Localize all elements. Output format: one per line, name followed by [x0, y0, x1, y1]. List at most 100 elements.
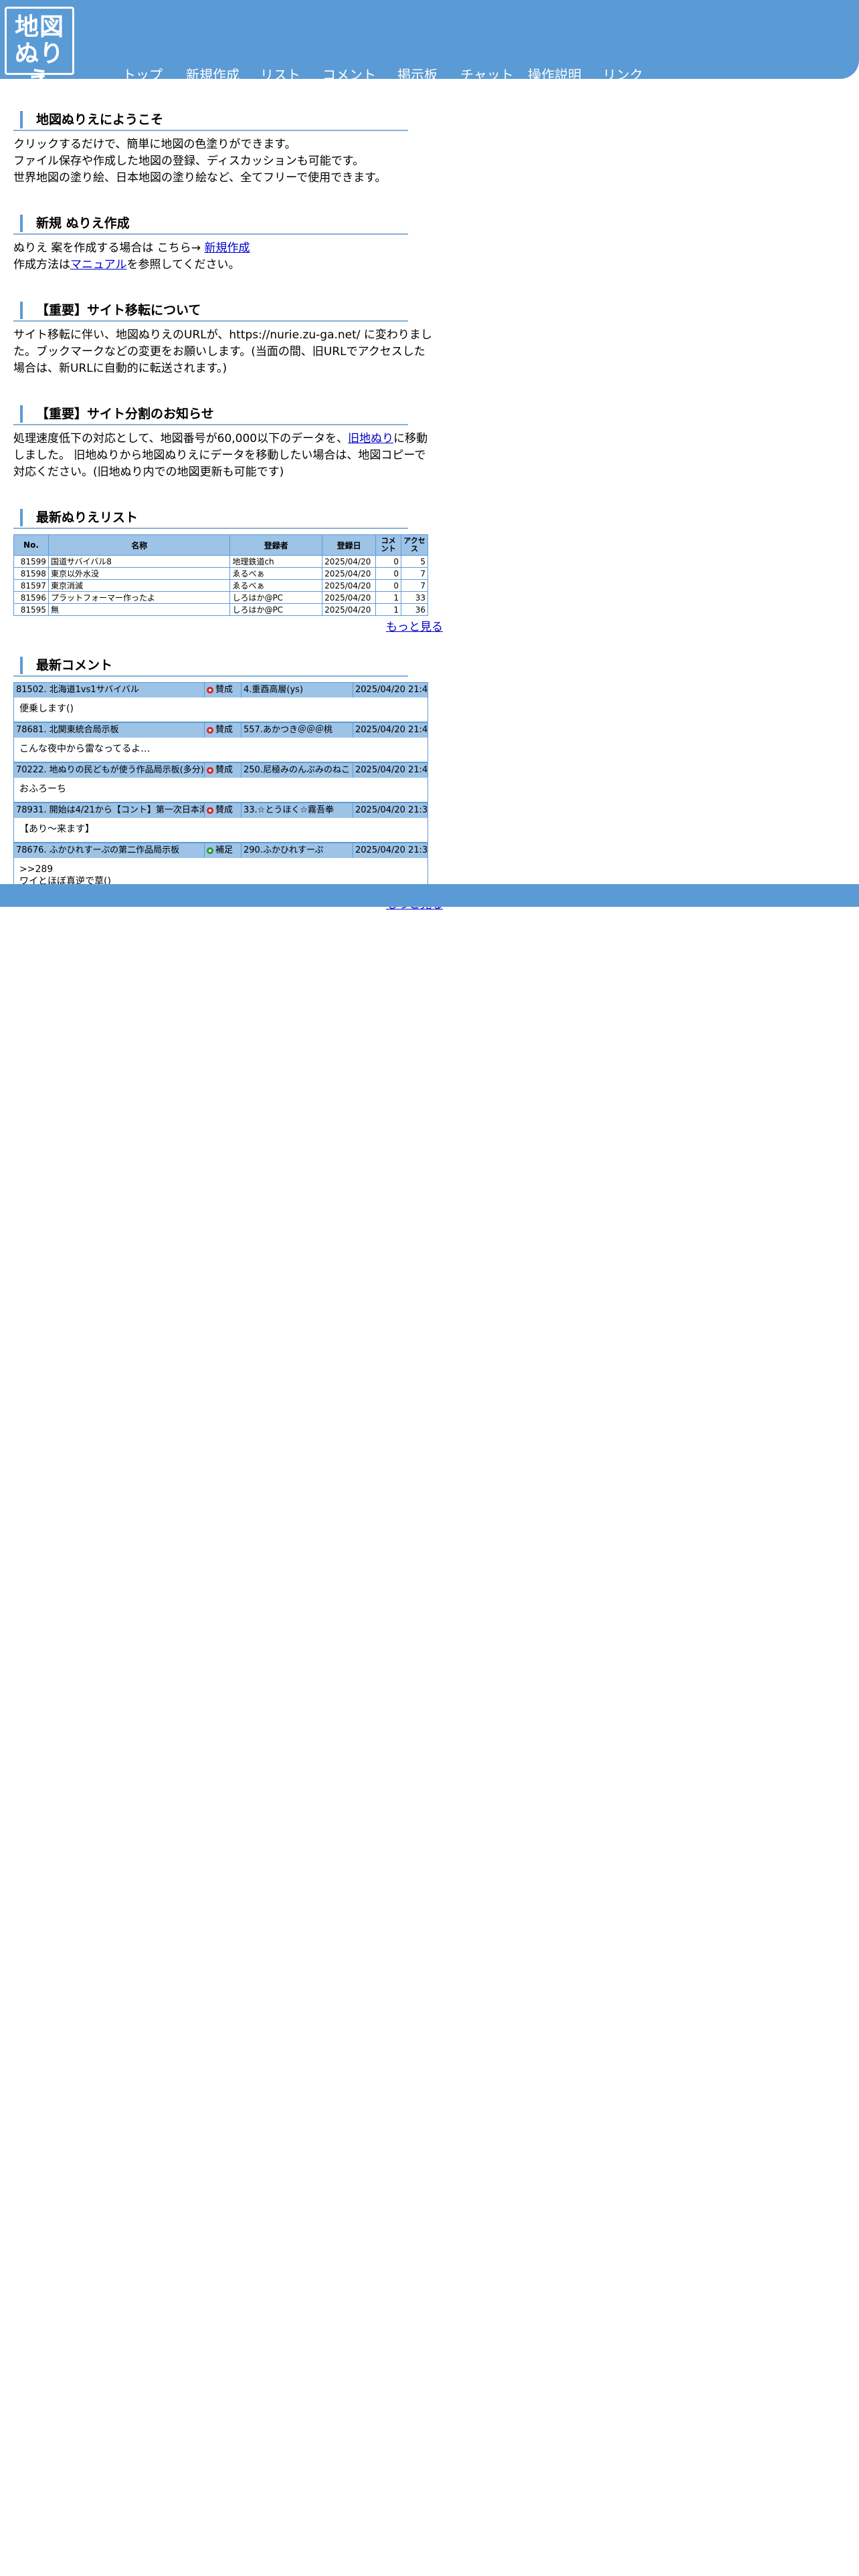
comment-body: こんな夜中から雷なってるよ… — [14, 738, 427, 762]
latest-list-table: No. 名称 登録者 登録日 コメント アクセス 81599 国道サバイバル8 地理… — [13, 534, 428, 616]
vote-label: 補足 — [215, 845, 233, 855]
old-site-link[interactable]: 旧地ぬり — [348, 432, 393, 445]
site-logo[interactable]: 地図 ぬりえ — [5, 7, 74, 94]
table-row[interactable]: 81595 無しろはか@PC 2025/04/20 1 36 — [13, 603, 428, 616]
migration-text: サイト移転に伴い、地図ぬりえのURLが、https://nurie.zu-ga.… — [13, 328, 432, 375]
cell-comments: 1 — [375, 591, 402, 604]
comment-map-link[interactable]: 78931. 開始は4/21から【コント】第一次日本海 — [14, 803, 205, 818]
new-section: 新規 ぬりえ作成 ぬりえ 案を作成する場合は こちら→ 新規作成 作成方法はマニ… — [13, 215, 435, 274]
table-row[interactable]: 81599 国道サバイバル8 地理鉄道ch 2025/04/20 0 5 — [13, 555, 428, 568]
welcome-title: 地図ぬりえにようこそ — [13, 111, 408, 131]
table-row[interactable]: 81598 東京以外水没 ゑるべぁ 2025/04/20 0 7 — [13, 567, 428, 580]
cell-name[interactable]: 東京消滅 — [47, 579, 231, 592]
cell-access: 36 — [401, 603, 428, 616]
welcome-section: 地図ぬりえにようこそ クリックするだけで、簡単に地図の色塗りができます。 ファイ… — [13, 111, 435, 187]
cell-date: 2025/04/20 — [322, 603, 377, 616]
comment-list: 81502. 北海道1vs1サバイバル 賛成 4.重酉高層(ys) 2025/04/2… — [13, 682, 435, 893]
table-row[interactable]: 81596 プラットフォーマー作ったよ しろはか@PC 2025/04/20 1 33 — [13, 591, 428, 604]
comment-body-line: 【あり〜来ます】 — [19, 824, 94, 835]
latest-comments-title: 最新コメント — [13, 657, 408, 677]
site-header: 地図 ぬりえ トップ 新規作成 リスト コメント 掲示板 チャット 操作説明 リ… — [0, 0, 859, 94]
comment-date: 2025/04/20 21:46 — [355, 685, 427, 695]
cell-name[interactable]: 東京以外水没 — [47, 567, 231, 580]
col-access[interactable]: アクセス — [401, 534, 428, 556]
col-name[interactable]: 名称 — [47, 534, 231, 556]
comment-header: 78681. 北関東統合局示板 賛成 557.あかつき＠＠＠桃 2025/04/20 … — [14, 723, 427, 738]
vote-circle-icon — [207, 767, 213, 774]
comment-header: 78931. 開始は4/21から【コント】第一次日本海 賛成 33.☆とうほく☆霧吾… — [14, 803, 427, 818]
comment-user: 4.重酉高層(ys) — [242, 683, 353, 697]
comment-header: 78676. ふかひれすーぷの第二作品局示板 補足 290.ふかひれすーぷ 2025/… — [14, 843, 427, 858]
cell-comments: 0 — [375, 579, 402, 592]
new-section-title: 新規 ぬりえ作成 — [13, 215, 408, 235]
comment-header: 81502. 北海道1vs1サバイバル 賛成 4.重酉高層(ys) 2025/04/2… — [14, 683, 427, 697]
cell-no: 81597 — [13, 579, 49, 592]
cell-comments: 0 — [375, 567, 402, 580]
logo-line1: 地図 — [14, 13, 64, 41]
comment-item: 70222. 地ぬりの民どもが使う作品局示板(多分)5 賛成 250.尼極みのんぷみ… — [13, 762, 428, 802]
cell-access: 7 — [401, 579, 428, 592]
latest-list-title: 最新ぬりえリスト — [13, 509, 408, 529]
cell-author: ゑるべぁ — [229, 579, 323, 592]
cell-name[interactable]: 国道サバイバル8 — [47, 555, 231, 568]
comment-vote: 賛成 — [205, 723, 242, 738]
manual-prefix: 作成方法は — [13, 258, 70, 272]
site-footer — [0, 884, 859, 907]
list-more: もっと見る — [13, 617, 443, 634]
cell-access: 5 — [401, 555, 428, 568]
new-section-text: ぬりえ 案を作成する場合は こちら→ 新規作成 作成方法はマニュアルを参照してく… — [13, 240, 435, 274]
manual-link[interactable]: マニュアル — [70, 258, 127, 272]
comment-map-link[interactable]: 78681. 北関東統合局示板 — [14, 723, 205, 738]
migration-title: 【重要】サイト移転について — [13, 302, 408, 322]
table-row[interactable]: 81597 東京消滅 ゑるべぁ 2025/04/20 0 7 — [13, 579, 428, 592]
nav-board[interactable]: 掲示板 — [397, 64, 438, 84]
nav-new[interactable]: 新規作成 — [186, 64, 240, 84]
latest-comments-section: 最新コメント 81502. 北海道1vs1サバイバル 賛成 4.重酉高層(ys) 20… — [13, 657, 443, 911]
comment-body: 【あり〜来ます】 — [14, 818, 427, 842]
cell-name[interactable]: プラットフォーマー作ったよ — [47, 591, 231, 604]
comment-date: 2025/04/20 21:41 — [355, 725, 427, 735]
nav-manual[interactable]: 操作説明 — [528, 64, 581, 84]
migration-section: 【重要】サイト移転について サイト移転に伴い、地図ぬりえのURLが、https:… — [13, 302, 435, 377]
col-no[interactable]: No. — [13, 534, 49, 556]
vote-label: 賛成 — [215, 685, 233, 695]
comment-user: 290.ふかひれすーぷ — [242, 843, 353, 858]
comment-map-link[interactable]: 81502. 北海道1vs1サバイバル — [14, 683, 205, 697]
cell-access: 33 — [401, 591, 428, 604]
list-more-link[interactable]: もっと見る — [386, 621, 443, 634]
comment-body-line: こんな夜中から雷なってるよ… — [19, 744, 151, 754]
cell-author: しろはか@PC — [229, 591, 323, 604]
nav-comments[interactable]: コメント — [322, 64, 376, 84]
cell-date: 2025/04/20 — [322, 567, 377, 580]
col-author[interactable]: 登録者 — [229, 534, 323, 556]
comment-date: 2025/04/20 21:34 — [355, 845, 427, 855]
logo-line2: ぬりえ — [14, 40, 64, 94]
nav-links[interactable]: リンク — [603, 64, 643, 84]
comment-vote: 賛成 — [205, 683, 242, 697]
col-date[interactable]: 登録日 — [322, 534, 377, 556]
comment-map-link[interactable]: 78676. ふかひれすーぷの第二作品局示板 — [14, 843, 205, 858]
manual-suffix: を参照してください。 — [126, 258, 240, 272]
vote-circle-icon — [207, 807, 213, 814]
comment-map-link[interactable]: 70222. 地ぬりの民どもが使う作品局示板(多分)5 — [14, 763, 205, 778]
comment-date: 2025/04/20 21:34 — [355, 805, 427, 815]
cell-name[interactable]: 無 — [47, 603, 231, 616]
nav-list[interactable]: リスト — [260, 64, 300, 84]
nav-chat[interactable]: チャット — [460, 64, 514, 84]
comment-header: 70222. 地ぬりの民どもが使う作品局示板(多分)5 賛成 250.尼極みのんぷみ… — [14, 763, 427, 778]
comment-vote: 賛成 — [205, 763, 242, 778]
col-comments[interactable]: コメント — [375, 534, 402, 556]
new-create-link[interactable]: 新規作成 — [204, 241, 250, 255]
cell-no: 81599 — [13, 555, 49, 568]
cell-no: 81598 — [13, 567, 49, 580]
vote-circle-icon — [207, 727, 213, 734]
cell-date: 2025/04/20 — [322, 591, 377, 604]
nav-top[interactable]: トップ — [122, 64, 163, 84]
cell-date: 2025/04/20 — [322, 579, 377, 592]
welcome-text: クリックするだけで、簡単に地図の色塗りができます。 ファイル保存や作成した地図の… — [13, 136, 435, 187]
comment-user: 33.☆とうほく☆霧吾拳 — [242, 803, 353, 818]
comment-item: 81502. 北海道1vs1サバイバル 賛成 4.重酉高層(ys) 2025/04/2… — [13, 682, 428, 722]
welcome-line-2: ファイル保存や作成した地図の登録、ディスカッションも可能です。 — [13, 154, 365, 168]
comment-vote: 補足 — [205, 843, 242, 858]
cell-no: 81596 — [13, 591, 49, 604]
